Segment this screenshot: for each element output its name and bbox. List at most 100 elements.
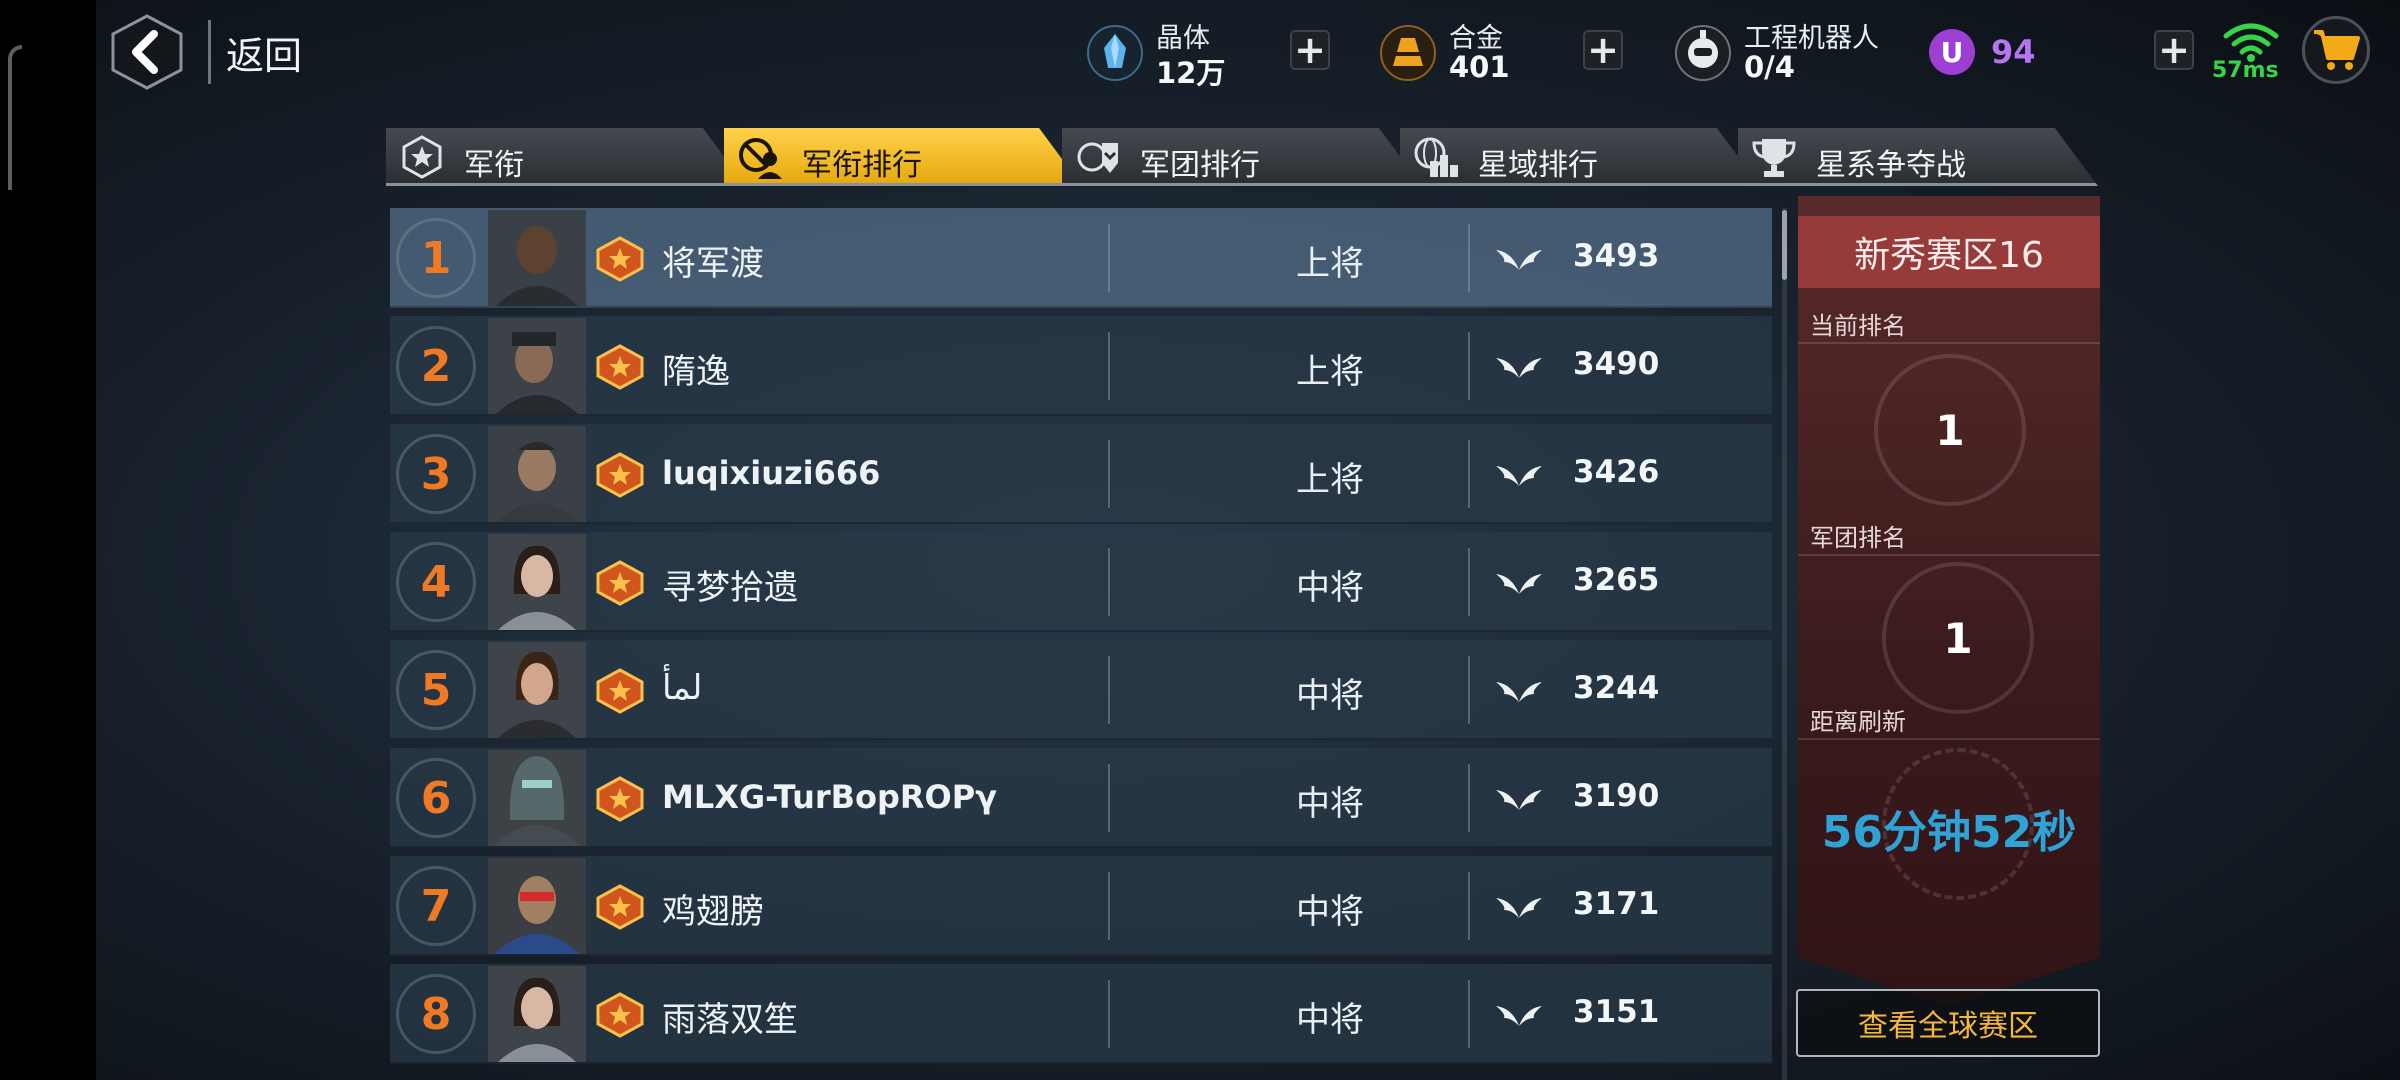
column-divider: [1468, 440, 1470, 508]
back-button[interactable]: [110, 14, 184, 90]
wing-icon: [1496, 466, 1542, 486]
ranking-tabs: 军衔 军衔排行 军团排行 星域排行 星系争夺战: [386, 128, 2098, 188]
column-divider: [1468, 656, 1470, 724]
column-divider: [1468, 224, 1470, 292]
list-scrollbar-thumb[interactable]: [1782, 210, 1787, 280]
robot-value: 0/4: [1744, 50, 1795, 84]
rank-number: 6: [396, 758, 476, 838]
table-row[interactable]: 5 لمأ 中将 3244: [390, 640, 1772, 740]
table-row[interactable]: 6 MLXG-TurBopROPγ 中将 3190: [390, 748, 1772, 848]
column-divider: [1468, 332, 1470, 400]
tab-star-domain-ranking[interactable]: 星域排行: [1400, 128, 1760, 186]
rank-number: 5: [396, 650, 476, 730]
rank-number: 7: [396, 866, 476, 946]
rank-medal-icon: [596, 560, 644, 606]
military-rank: 中将: [1296, 892, 1364, 932]
column-divider: [1108, 764, 1110, 832]
wing-icon: [1496, 682, 1542, 702]
edge-bracket: [8, 45, 22, 190]
column-divider: [1468, 764, 1470, 832]
player-name: luqixiuzi666: [662, 454, 881, 492]
rank-medal-icon: [596, 236, 644, 282]
shop-cart-button[interactable]: [2302, 16, 2370, 84]
tab-legion-ranking[interactable]: 军团排行: [1062, 128, 1422, 186]
avatar: [488, 534, 586, 630]
legion-rank-label: 军团排名: [1810, 524, 1906, 552]
add-u-currency-button[interactable]: +: [2154, 30, 2194, 70]
rank-number: 1: [396, 218, 476, 298]
military-rank: 上将: [1296, 244, 1364, 284]
player-name: MLXG-TurBopROPγ: [662, 778, 997, 816]
add-crystal-button[interactable]: +: [1290, 30, 1330, 70]
ranking-list[interactable]: 1 将军渡 上将 3493 2 隋逸 上将 3490 3 luqixiuzi66…: [390, 208, 1772, 1080]
player-name: 鸡翅膀: [662, 892, 764, 932]
u-currency-icon: U: [1929, 29, 1975, 75]
military-rank: 中将: [1296, 676, 1364, 716]
avatar: [488, 210, 586, 306]
divider: [1798, 738, 2100, 740]
plus-icon: +: [1587, 28, 1619, 72]
refresh-label: 距离刷新: [1810, 708, 1906, 736]
star-domain-rank-icon: [1414, 137, 1458, 177]
rank-points: 3190: [1573, 778, 1660, 814]
table-row[interactable]: 1 将军渡 上将 3493: [390, 208, 1772, 308]
rank-points: 3151: [1573, 994, 1660, 1030]
military-rank: 中将: [1296, 1000, 1364, 1040]
engineering-robot-icon: [1675, 25, 1731, 81]
u-currency-value: 94: [1991, 33, 2036, 71]
legion-rank-value: 1: [1882, 562, 2034, 714]
alloy-value: 401: [1449, 50, 1510, 84]
add-alloy-button[interactable]: +: [1583, 30, 1623, 70]
top-bar: 返回 晶体 12万 + 合金 401 + 工程机器人 0/4 U 94 + 57…: [96, 0, 2400, 104]
crystal-value: 12万: [1156, 56, 1226, 90]
current-rank-label: 当前排名: [1810, 312, 1906, 340]
player-name: لمأ: [662, 668, 703, 708]
tab-galaxy-battle-label: 星系争夺战: [1816, 148, 1966, 183]
refresh-countdown: 56分钟52秒: [1821, 807, 2077, 858]
rank-points: 3493: [1573, 238, 1660, 274]
zone-title: 新秀赛区16: [1798, 216, 2100, 288]
crystal-icon: [1087, 25, 1143, 81]
tab-galaxy-battle[interactable]: 星系争夺战: [1738, 128, 2098, 186]
rank-points: 3265: [1573, 562, 1660, 598]
column-divider: [1108, 440, 1110, 508]
avatar: [488, 318, 586, 414]
military-rank: 中将: [1296, 568, 1364, 608]
rank-number: 4: [396, 542, 476, 622]
rank-leaderboard-icon: [739, 138, 782, 179]
alloy-icon: [1380, 25, 1436, 81]
table-row[interactable]: 3 luqixiuzi666 上将 3426: [390, 424, 1772, 524]
table-row[interactable]: 2 隋逸 上将 3490: [390, 316, 1772, 416]
rank-points: 3490: [1573, 346, 1660, 382]
player-name: 雨落双笙: [662, 1000, 798, 1040]
table-row[interactable]: 8 雨落双笙 中将 3151: [390, 964, 1772, 1064]
tab-rank-leaderboard-label: 军衔排行: [802, 148, 922, 183]
view-global-zone-button[interactable]: 查看全球赛区: [1796, 989, 2100, 1057]
column-divider: [1468, 548, 1470, 616]
list-scrollbar[interactable]: [1782, 208, 1787, 1080]
column-divider: [1108, 224, 1110, 292]
wing-icon: [1496, 790, 1542, 810]
table-row[interactable]: 7 鸡翅膀 中将 3171: [390, 856, 1772, 956]
rank-emblem-icon: [402, 135, 442, 179]
rank-points: 3244: [1573, 670, 1660, 706]
rank-medal-icon: [596, 452, 644, 498]
rank-number: 3: [396, 434, 476, 514]
column-divider: [1108, 980, 1110, 1048]
wing-icon: [1496, 574, 1542, 594]
trophy-icon: [1752, 139, 1796, 177]
back-arrow-icon: [111, 14, 183, 90]
column-divider: [1108, 332, 1110, 400]
divider: [1798, 342, 2100, 344]
tab-rank-leaderboard[interactable]: 军衔排行: [724, 128, 1082, 186]
tab-rank[interactable]: 军衔: [386, 128, 746, 186]
tab-star-domain-ranking-label: 星域排行: [1478, 148, 1598, 183]
player-name: 隋逸: [662, 352, 730, 392]
avatar: [488, 426, 586, 522]
wing-icon: [1496, 250, 1542, 270]
cart-icon: [2314, 30, 2360, 70]
divider: [1798, 554, 2100, 556]
back-label[interactable]: 返回: [226, 25, 302, 80]
table-row[interactable]: 4 寻梦拾遗 中将 3265: [390, 532, 1772, 632]
rank-number: 2: [396, 326, 476, 406]
